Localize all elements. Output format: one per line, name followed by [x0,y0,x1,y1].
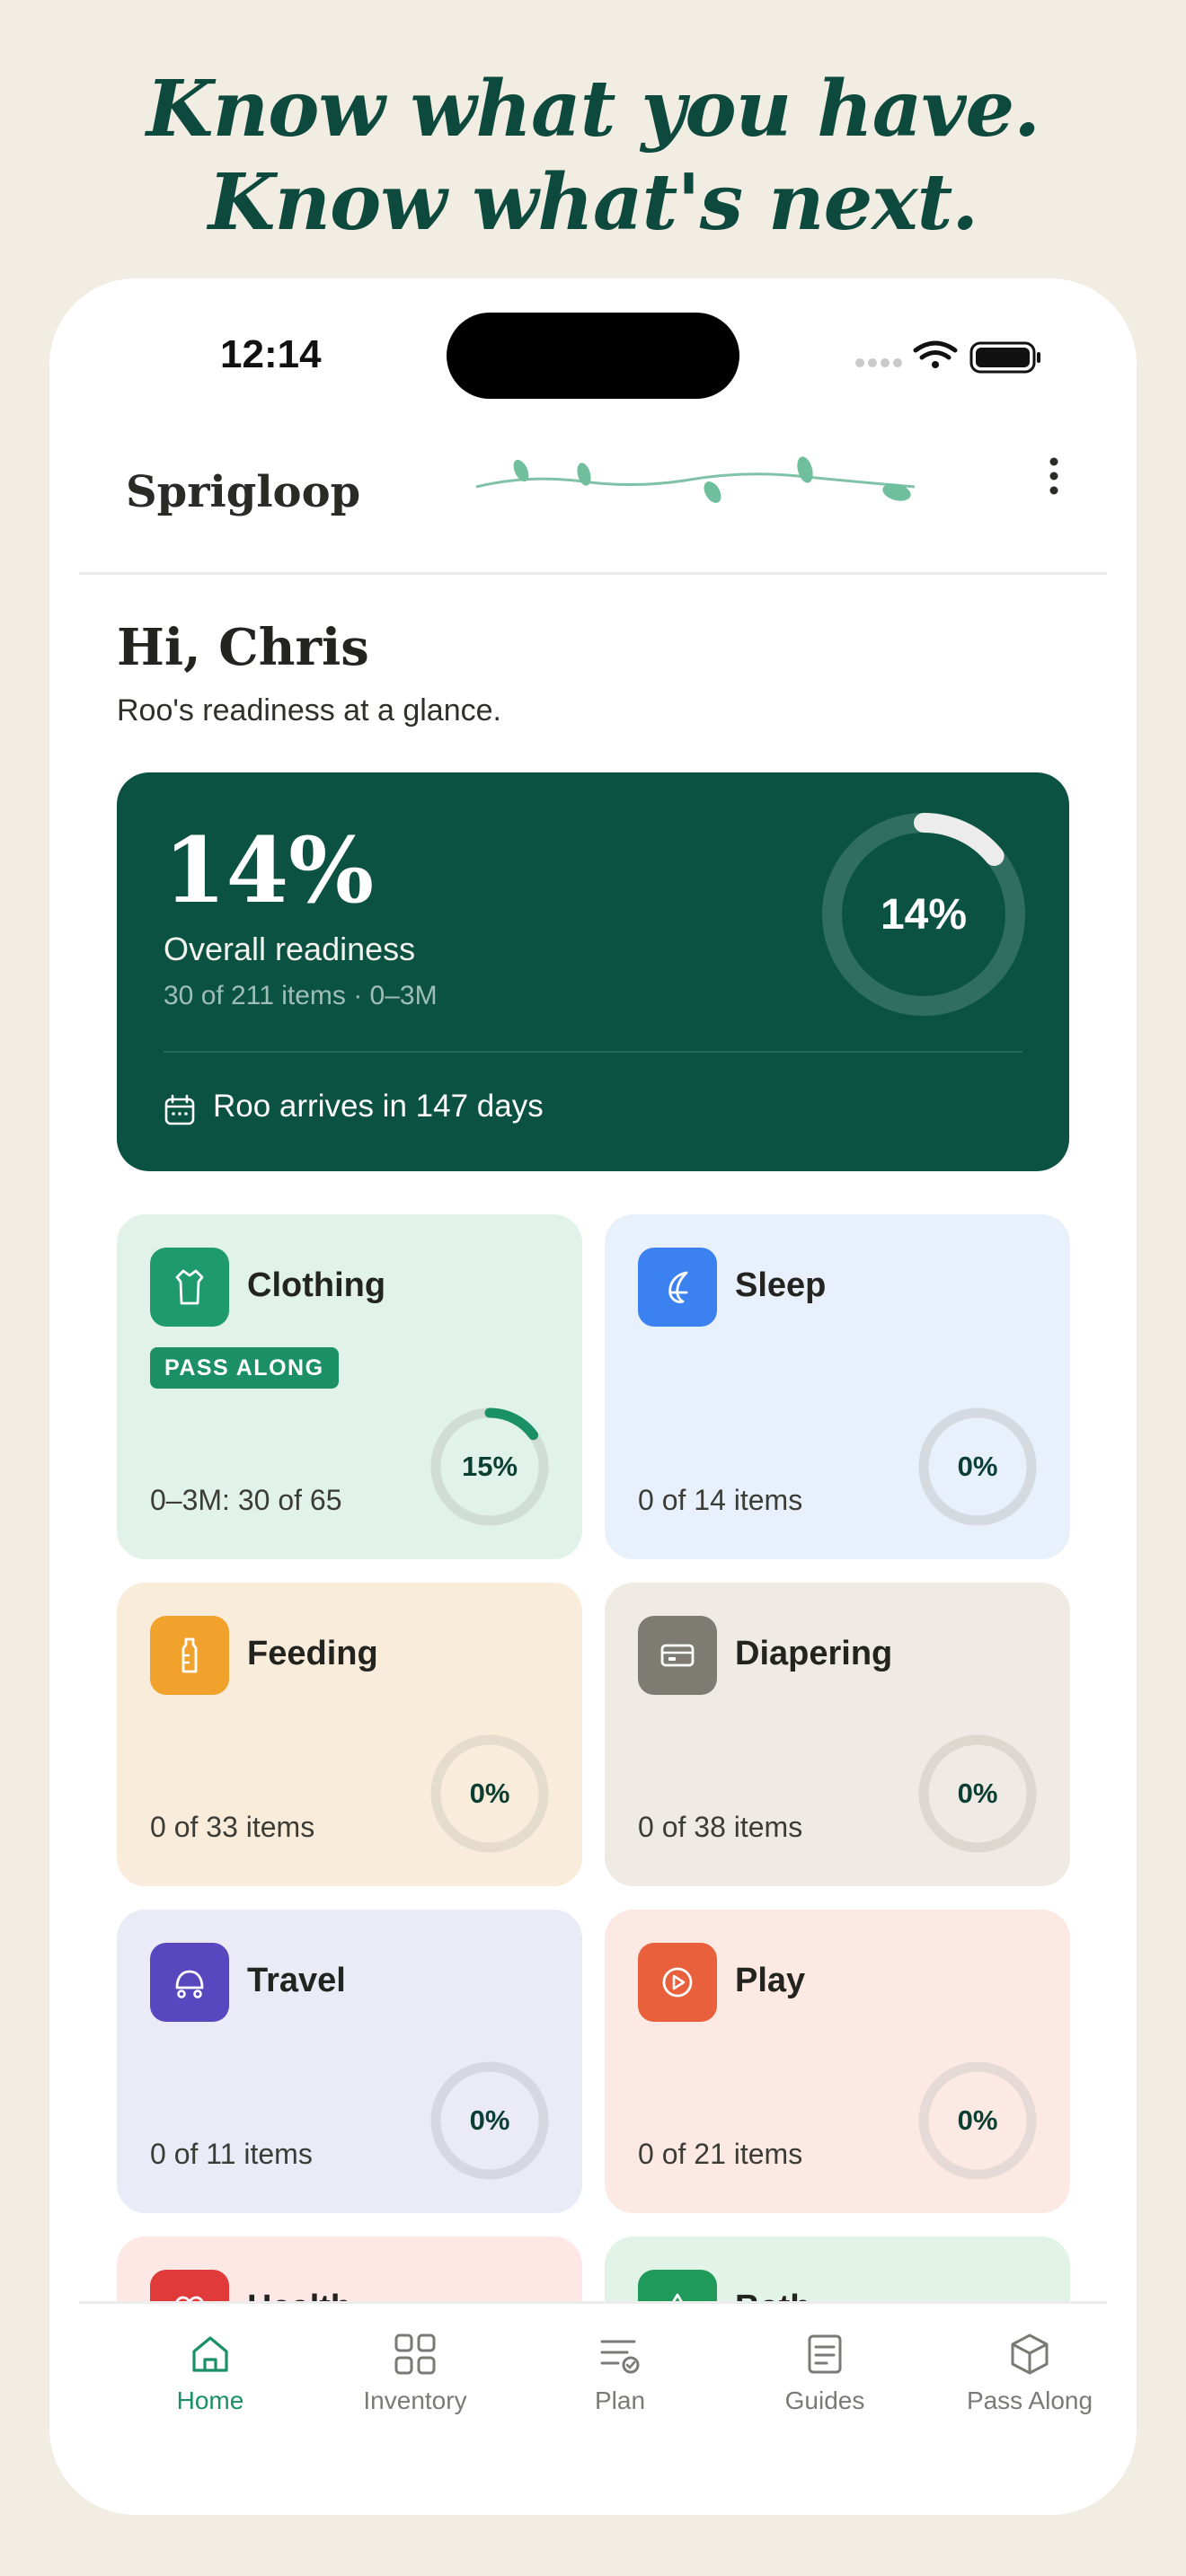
vine-decoration-icon [475,456,916,503]
category-count: 0 of 33 items [150,1811,315,1843]
bottom-tab-bar: Home Inventory Plan Guides Pass Along [79,2301,1107,2515]
tab-label: Plan [594,2386,646,2414]
category-card-travel[interactable]: Travel 0 of 11 items 0% [117,1910,582,2213]
tab-home[interactable]: Home [120,2331,300,2415]
play-icon [662,1967,693,1998]
pass-along-badge: PASS ALONG [150,1347,339,1389]
readiness-meta: 30 of 211 items · 0–3M [164,981,438,1010]
stroller-icon [175,1970,204,1998]
status-icons [855,340,1040,374]
category-title: Travel [247,1962,346,1999]
category-card-clothing[interactable]: Clothing PASS ALONG 0–3M: 30 of 65 15% [117,1214,582,1559]
category-icon-box [150,1248,229,1327]
readiness-divider [164,1051,1022,1053]
category-card-sleep[interactable]: Sleep 0 of 14 items 0% [605,1214,1070,1559]
checklist-icon [600,2340,640,2374]
category-percent: 0% [957,1451,998,1482]
more-vertical-icon[interactable] [1031,449,1076,503]
battery-icon [969,341,1040,374]
tab-pass-along[interactable]: Pass Along [940,2331,1120,2415]
category-card-feeding[interactable]: Feeding 0 of 33 items 0% [117,1583,582,1886]
category-percent: 0% [469,2104,510,2136]
category-card-diapering[interactable]: Diapering 0 of 38 items 0% [605,1583,1070,1886]
grid-icon [394,2333,436,2375]
category-count: 0–3M: 30 of 65 [150,1484,342,1516]
phone-frame: 12:14 Sprigloop Hi, Chris Roo's readines… [49,278,1137,2515]
category-title: Diapering [735,1635,893,1672]
category-title: Sleep [735,1266,827,1304]
dynamic-island [447,313,739,399]
status-time: 12:14 [220,332,322,376]
category-title: Feeding [247,1635,378,1672]
category-title: Clothing [247,1266,386,1304]
readiness-label: Overall readiness [164,931,416,967]
category-icon-box [638,1248,717,1327]
readiness-ring-label: 14% [880,890,968,939]
bottle-icon [181,1637,198,1673]
category-icon-box [150,1943,229,2022]
home-icon [192,2336,228,2372]
calendar-icon [164,1094,195,1125]
tab-label: Home [176,2386,244,2414]
moon-icon [668,1271,688,1303]
tab-guides[interactable]: Guides [735,2331,915,2415]
box-icon [1011,2333,1049,2375]
category-count: 0 of 38 items [638,1811,803,1843]
category-count: 0 of 11 items [150,2138,313,2170]
category-percent: 15% [461,1451,518,1482]
tab-label: Pass Along [966,2386,1093,2414]
category-percent: 0% [957,1778,998,1809]
category-count: 0 of 14 items [638,1484,803,1516]
headline-line-2: Know what's next. [208,157,978,248]
wifi-icon [913,340,958,368]
document-icon [808,2334,842,2374]
category-icon-box [638,1943,717,2022]
category-title: Play [735,1962,806,1999]
category-icon-box [638,1616,717,1695]
category-card-play[interactable]: Play 0 of 21 items 0% [605,1910,1070,2213]
greeting-subtitle: Roo's readiness at a glance. [117,693,501,728]
tab-inventory[interactable]: Inventory [325,2331,505,2415]
shirt-icon [175,1269,204,1305]
category-percent: 0% [957,2104,998,2136]
brand-logo: Sprigloop [126,467,361,517]
greeting-title: Hi, Chris [117,618,369,677]
arrival-countdown: Roo arrives in 147 days [213,1089,544,1124]
headline-line-1: Know what you have. [146,64,1040,154]
category-count: 0 of 21 items [638,2138,803,2170]
tab-plan[interactable]: Plan [530,2331,710,2415]
tab-label: Inventory [363,2386,467,2414]
tab-label: Guides [784,2386,865,2414]
diaper-icon [660,1644,695,1667]
category-icon-box [150,1616,229,1695]
category-percent: 0% [469,1778,510,1809]
marketing-headline: Know what you have. Know what's next. [0,63,1186,250]
signal-icon [855,358,902,367]
app-header: Sprigloop [79,422,1107,575]
readiness-percent: 14% [164,817,375,923]
overall-readiness-card[interactable]: 14% Overall readiness 30 of 211 items · … [117,772,1069,1171]
